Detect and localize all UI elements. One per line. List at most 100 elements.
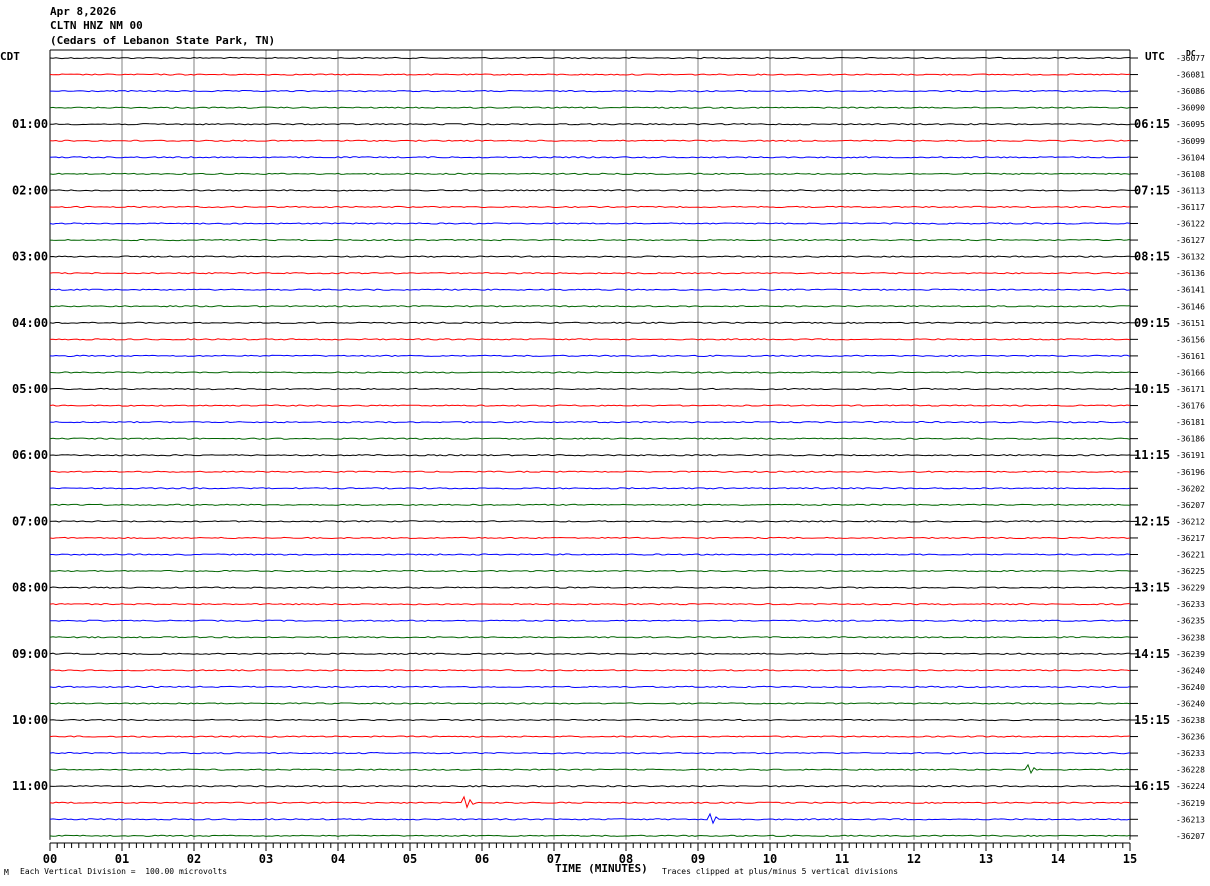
- dc-offset-label: -36196: [1176, 468, 1205, 477]
- dc-offset-label: -36161: [1176, 352, 1205, 361]
- dc-offset-label: -36225: [1176, 567, 1205, 576]
- dc-offset-label: -36213: [1176, 815, 1205, 824]
- left-hour-label: 03:00: [12, 250, 48, 264]
- dc-offset-label: -36212: [1176, 517, 1205, 526]
- trace-6: [49, 139, 1131, 142]
- corner-mark: M: [4, 868, 9, 877]
- seismogram-plot: 00 01 02 03 04 05 06 07 08 09 10 11 12 13 14 15 -36077-…: [12, 49, 1205, 866]
- trace-14: [49, 272, 1131, 275]
- dc-offset-label: -36233: [1176, 600, 1205, 609]
- trace-18: [49, 338, 1131, 341]
- trace-11: [49, 222, 1131, 225]
- trace-13: [49, 255, 1130, 258]
- minute-gridlines: [49, 49, 1131, 840]
- dc-offset-label: -36186: [1176, 435, 1205, 444]
- x-tick-label: 10: [763, 852, 777, 866]
- x-tick-label: 04: [331, 852, 345, 866]
- right-hour-label: 09:15: [1134, 316, 1170, 330]
- x-tick-label: 06: [475, 852, 489, 866]
- trace-17: [49, 321, 1131, 324]
- scale-note: Each Vertical Division = 100.00 microvol…: [20, 867, 228, 876]
- clip-note: Traces clipped at plus/minus 5 vertical …: [662, 867, 899, 876]
- trace-39: [49, 685, 1131, 689]
- trace-5: [50, 123, 1131, 126]
- dc-offset-label: -36219: [1176, 799, 1205, 808]
- dc-offset-label: -36238: [1176, 716, 1205, 725]
- x-tick-label: 09: [691, 852, 705, 866]
- x-axis-title: TIME (MINUTES): [555, 862, 648, 875]
- dc-offset-label: -36108: [1176, 170, 1205, 179]
- dc-offset-label: -36141: [1176, 286, 1205, 295]
- trace-8: [49, 172, 1131, 175]
- trace-23: [49, 420, 1131, 424]
- dc-offset-label: -36191: [1176, 451, 1205, 460]
- dc-offset-label: -36171: [1176, 385, 1205, 394]
- trace-1: [49, 56, 1131, 60]
- trace-15: [49, 288, 1131, 291]
- trace-10: [49, 205, 1131, 209]
- x-tick-label: 14: [1051, 852, 1065, 866]
- x-tick-label: 01: [115, 852, 129, 866]
- x-tick-label: 03: [259, 852, 273, 866]
- dc-offset-label: -36207: [1176, 832, 1205, 841]
- dc-offset-label: -36117: [1176, 203, 1205, 212]
- right-hour-label: 12:15: [1134, 514, 1170, 528]
- trace-30: [49, 536, 1131, 540]
- dc-offset-label: -36207: [1176, 501, 1205, 510]
- left-hour-label: 02:00: [12, 183, 48, 197]
- dc-offset-label: -36235: [1176, 617, 1205, 626]
- trace-43: [49, 751, 1131, 755]
- trace-37: [49, 652, 1131, 655]
- x-tick-label: 13: [979, 852, 993, 866]
- x-tick-label: 15: [1123, 852, 1137, 866]
- right-hour-label: 06:15: [1134, 117, 1170, 131]
- right-hour-label: 15:15: [1134, 713, 1170, 727]
- right-hour-label: 07:15: [1134, 183, 1170, 197]
- dc-offset-label: -36233: [1176, 749, 1205, 758]
- dc-offset-label: -36136: [1176, 269, 1205, 278]
- trace-9: [49, 189, 1131, 192]
- trace-35: [49, 619, 1131, 622]
- trace-44: [49, 763, 1131, 775]
- dc-offset-label: -36240: [1176, 666, 1205, 675]
- trace-3: [50, 89, 1131, 93]
- dc-offset-label: -36202: [1176, 484, 1205, 493]
- dc-offset-label: -36176: [1176, 402, 1205, 411]
- trace-36: [49, 636, 1131, 639]
- trace-33: [49, 586, 1131, 589]
- trace-7: [49, 156, 1131, 159]
- dc-offset-label: -36122: [1176, 220, 1205, 229]
- dc-offset-label: -36095: [1176, 120, 1205, 129]
- left-hour-label: 01:00: [12, 117, 48, 131]
- dc-offset-label: -36238: [1176, 633, 1205, 642]
- dc-offset-label: -36217: [1176, 534, 1205, 543]
- axis-labels: -36077 -36081 -36086 -36090 -36095 -36099 -361…: [12, 54, 1205, 841]
- x-tick-label: 02: [187, 852, 201, 866]
- trace-48: [49, 834, 1131, 837]
- dc-offset-label: -36077: [1176, 54, 1205, 63]
- left-hour-label: 05:00: [12, 382, 48, 396]
- trace-45: [49, 785, 1131, 788]
- trace-31: [50, 553, 1131, 556]
- trace-22: [49, 404, 1131, 407]
- trace-47: [49, 812, 1131, 825]
- dc-offset-label: -36166: [1176, 368, 1205, 377]
- dc-offset-label: -36104: [1176, 153, 1205, 162]
- trace-4: [49, 106, 1131, 109]
- dc-offset-label: -36113: [1176, 186, 1205, 195]
- trace-29: [49, 520, 1131, 523]
- left-hour-label: 11:00: [12, 779, 48, 793]
- trace-16: [49, 305, 1131, 308]
- x-tick-label: 11: [835, 852, 849, 866]
- trace-40: [49, 702, 1131, 705]
- x-tick-label: 12: [907, 852, 921, 866]
- left-hour-label: 06:00: [12, 448, 48, 462]
- trace-24: [49, 437, 1131, 440]
- dc-offset-label: -36236: [1176, 733, 1205, 742]
- dc-offset-label: -36127: [1176, 236, 1205, 245]
- trace-28: [49, 503, 1131, 506]
- trace-34: [49, 603, 1131, 606]
- dc-offset-label: -36156: [1176, 335, 1205, 344]
- trace-21: [49, 387, 1131, 391]
- dc-offset-label: -36151: [1176, 319, 1205, 328]
